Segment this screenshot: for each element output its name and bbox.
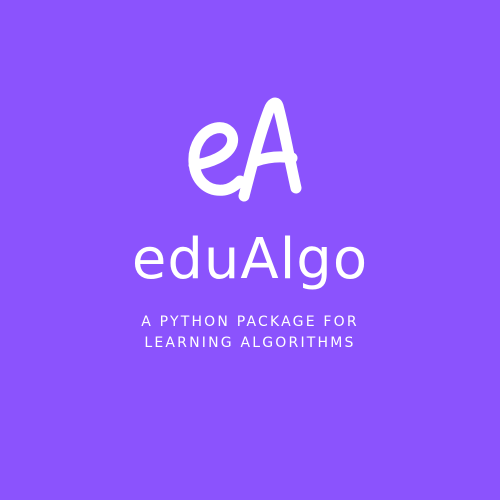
brand-name: eduAlgo xyxy=(131,227,369,292)
edualgo-logo: eduAlgo A PYTHON PACKAGE FOR LEARNING AL… xyxy=(0,0,500,500)
tagline-line-2: LEARNING ALGORITHMS xyxy=(144,335,356,351)
tagline: A PYTHON PACKAGE FOR LEARNING ALGORITHMS xyxy=(0,312,500,354)
monogram-logo-icon xyxy=(188,97,302,202)
tagline-line-1: A PYTHON PACKAGE FOR xyxy=(141,314,359,330)
